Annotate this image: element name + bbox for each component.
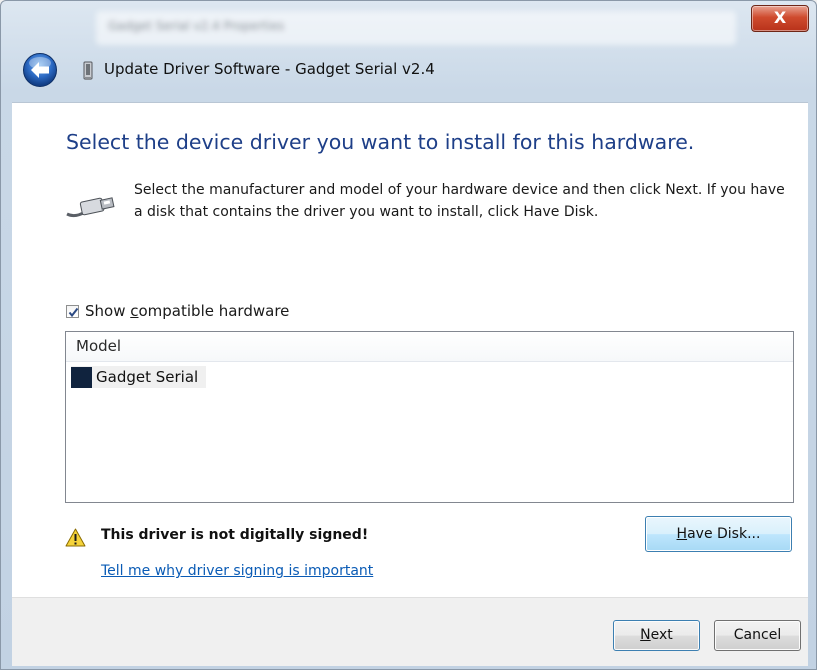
next-accesskey: N (640, 627, 651, 643)
content-panel: Select the device driver you want to ins… (12, 102, 808, 597)
warning-icon (65, 528, 86, 547)
unsigned-driver-warning: This driver is not digitally signed! (101, 527, 369, 543)
have-disk-button[interactable]: Have Disk... (645, 516, 792, 552)
selection-swatch (71, 366, 92, 388)
close-button[interactable]: X (751, 5, 809, 32)
show-compatible-label: Show compatible hardware (85, 302, 289, 320)
show-compatible-label-part: Show (85, 302, 131, 320)
have-disk-accesskey: H (676, 526, 688, 542)
show-compatible-checkbox[interactable] (66, 304, 79, 318)
background-window-title-text: Gadget Serial v2.4 Properties (108, 19, 285, 33)
next-label: ext (650, 627, 673, 643)
dialog-footer: Next Cancel (12, 597, 808, 666)
have-disk-label: ave Disk... (687, 526, 761, 542)
model-column-header[interactable]: Model (66, 332, 793, 362)
instructions-text: Select the manufacturer and model of you… (134, 182, 785, 220)
dialog-window: Gadget Serial v2.4 Properties X Update D… (0, 0, 817, 670)
cancel-button[interactable]: Cancel (714, 620, 801, 651)
usb-device-icon (83, 61, 93, 80)
page-heading: Select the device driver you want to ins… (66, 130, 695, 154)
usb-cable-icon (66, 197, 115, 218)
list-item[interactable]: Gadget Serial (71, 366, 207, 388)
model-list[interactable]: Model Gadget Serial (65, 331, 794, 503)
next-button[interactable]: Next (613, 620, 700, 651)
window-title: Update Driver Software - Gadget Serial v… (104, 60, 435, 78)
driver-signing-link[interactable]: Tell me why driver signing is important (101, 563, 373, 579)
checkmark-icon (68, 307, 79, 317)
show-compatible-label-rest: ompatible hardware (138, 302, 290, 320)
show-compatible-hardware-row[interactable]: Show compatible hardware (66, 301, 289, 321)
back-arrow-icon[interactable] (22, 52, 58, 88)
show-compatible-label-accesskey: c (130, 302, 139, 320)
list-item-label: Gadget Serial (96, 368, 199, 386)
background-window-title: Gadget Serial v2.4 Properties (96, 11, 736, 45)
